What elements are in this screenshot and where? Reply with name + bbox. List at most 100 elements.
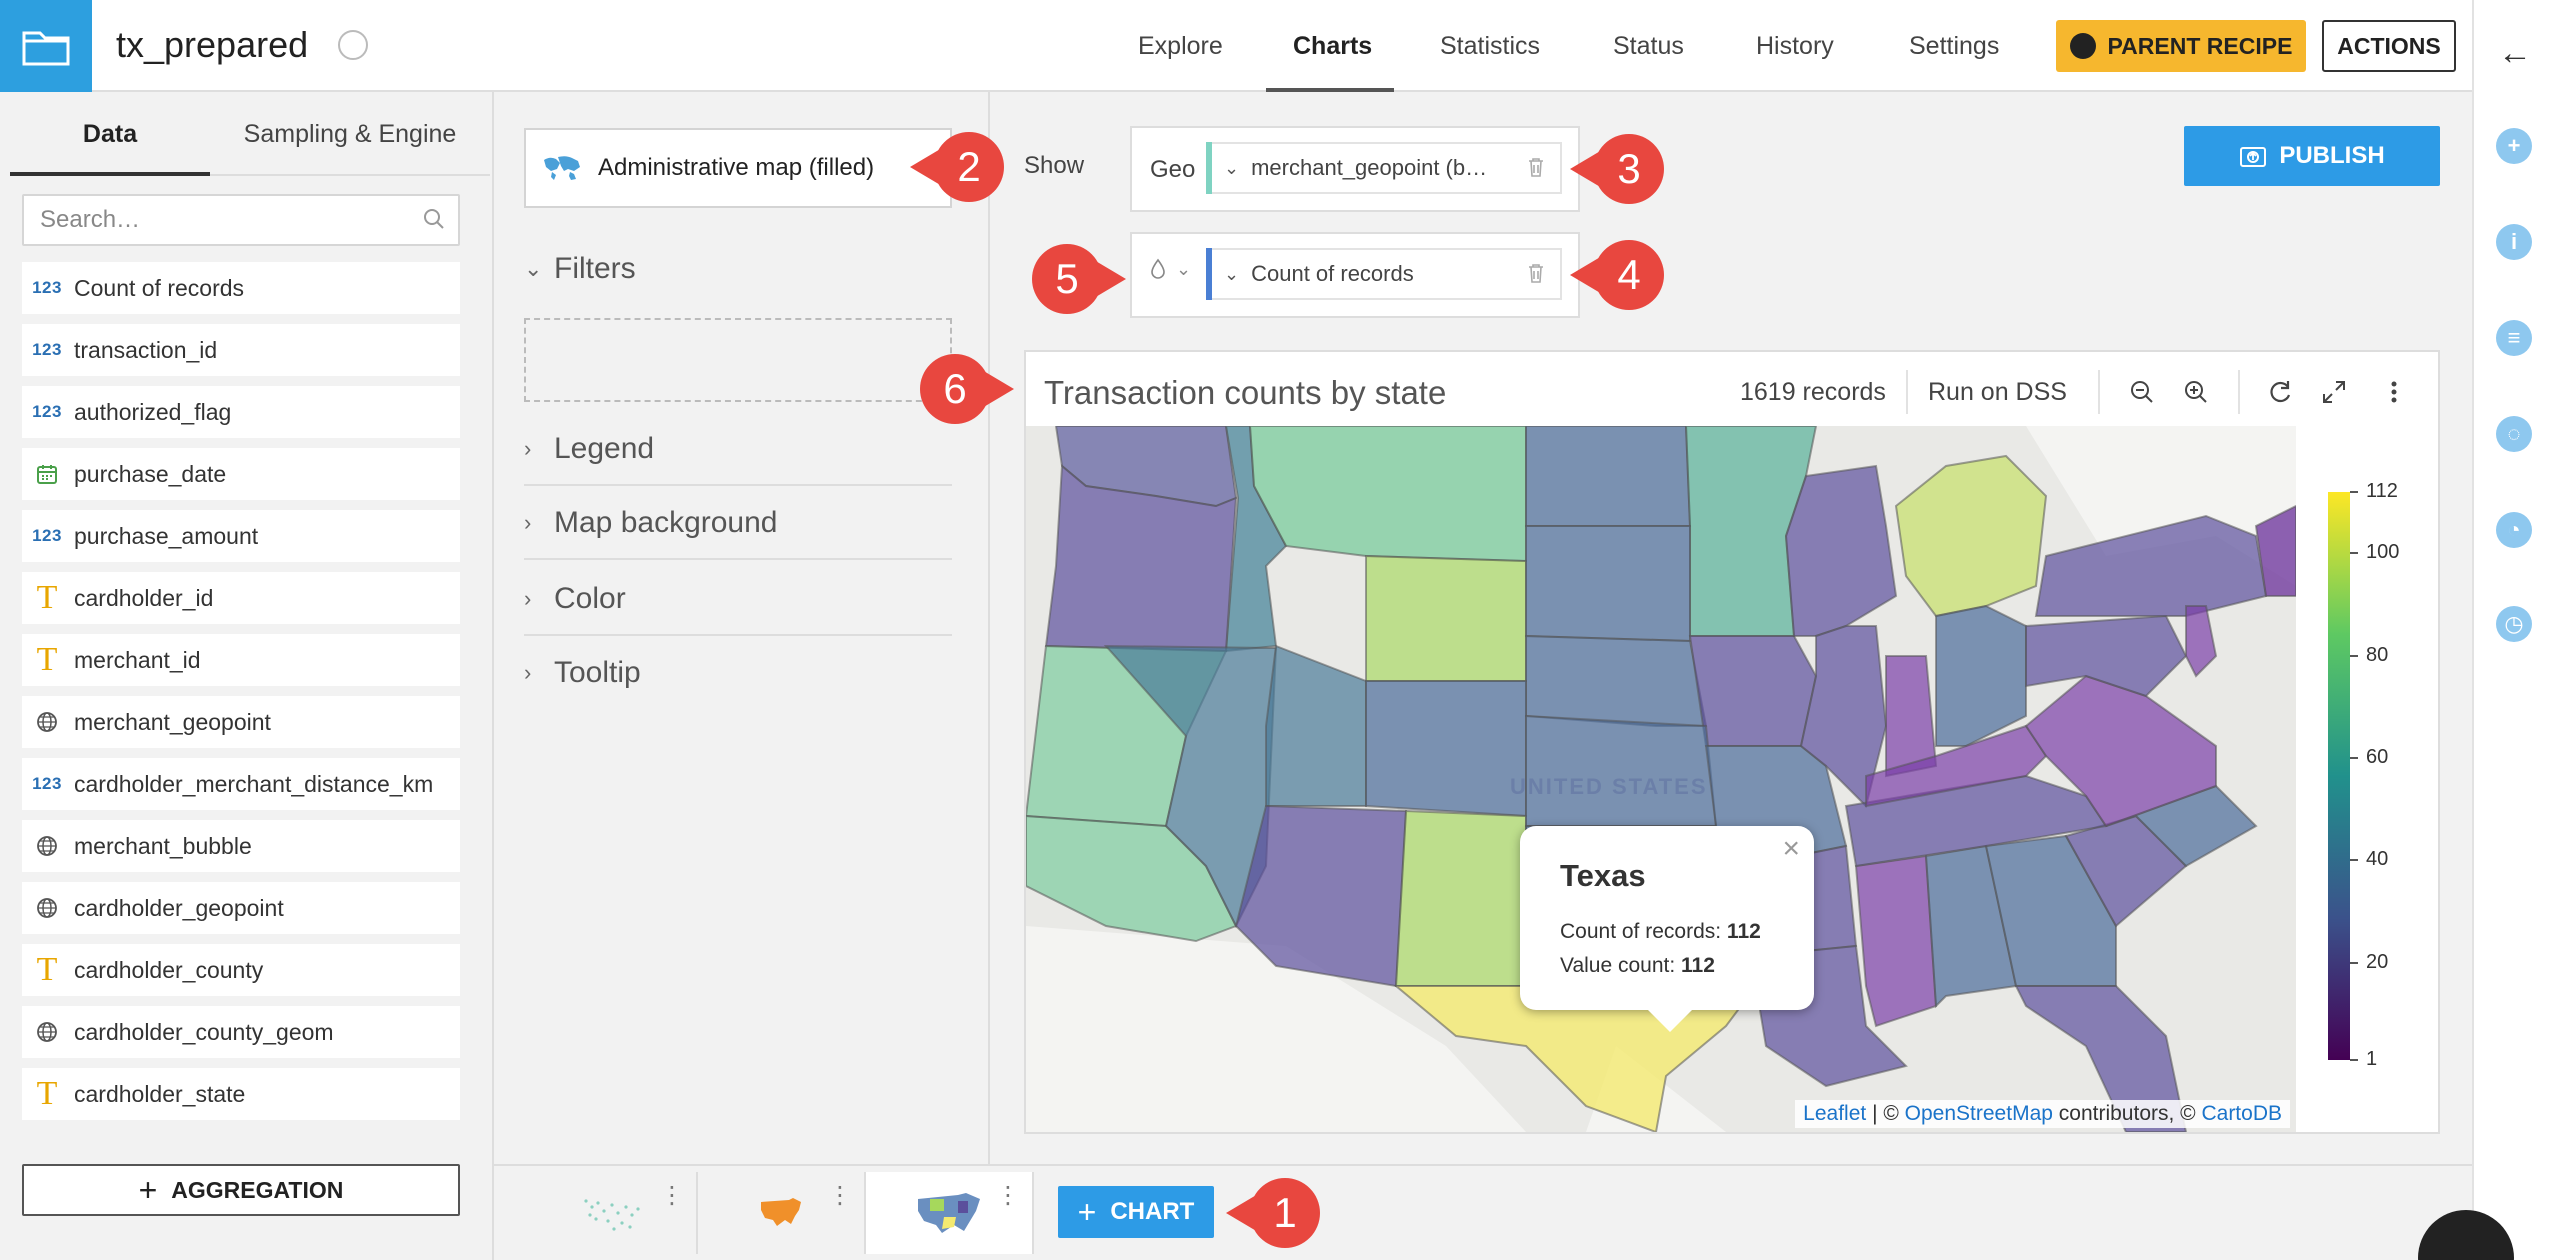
column-item[interactable]: merchant_geopoint: [22, 696, 460, 748]
chart-type-label: Administrative map (filled): [598, 154, 875, 181]
cartodb-link[interactable]: CartoDB: [2201, 1102, 2282, 1125]
lab-icon[interactable]: ◔: [2496, 512, 2532, 548]
close-icon[interactable]: ×: [1782, 832, 1800, 866]
chart-thumbnail[interactable]: ⋮: [698, 1172, 866, 1254]
more-vertical-icon[interactable]: ⋮: [828, 1184, 852, 1208]
column-item[interactable]: purchase_date: [22, 448, 460, 500]
state-south-dakota[interactable]: [1525, 525, 1691, 643]
column-item[interactable]: cardholder_county_geom: [22, 1006, 460, 1058]
chevron-down-icon[interactable]: ⌄: [1224, 158, 1239, 179]
fullscreen-icon[interactable]: [2316, 374, 2352, 410]
measure-pill[interactable]: ⌄ Count of records: [1206, 248, 1562, 300]
section-color[interactable]: › Color: [524, 582, 952, 616]
state-new-jersey[interactable]: [2185, 605, 2218, 678]
state-utah[interactable]: [1265, 644, 1367, 807]
legend-tick-label: 80: [2366, 643, 2389, 666]
left-panel-tabs: Data Sampling & Engine: [10, 92, 490, 176]
tooltip-row: Value count: 112: [1560, 954, 1715, 978]
chart-thumbnail-active[interactable]: ⋮: [866, 1172, 1034, 1254]
refresh-icon[interactable]: [2262, 374, 2298, 410]
zoom-out-icon[interactable]: [2124, 374, 2160, 410]
chart-type-selector[interactable]: Administrative map (filled): [524, 128, 952, 208]
parent-recipe-button[interactable]: PARENT RECIPE: [2056, 20, 2306, 72]
section-legend[interactable]: › Legend: [524, 432, 952, 466]
column-item[interactable]: 123 transaction_id: [22, 324, 460, 376]
state-wisconsin[interactable]: [1784, 464, 1898, 637]
list-icon[interactable]: ≡: [2496, 320, 2532, 356]
state-new-mexico[interactable]: [1394, 809, 1527, 987]
section-filters[interactable]: ⌄ Filters: [524, 252, 952, 286]
nav-settings[interactable]: Settings: [1909, 0, 1999, 92]
folder-icon[interactable]: [0, 0, 92, 92]
arrow-left-icon[interactable]: ←: [2498, 34, 2532, 73]
chart-thumbnail[interactable]: ⋮: [530, 1172, 698, 1254]
column-item[interactable]: Tcardholder_county: [22, 944, 460, 996]
attribution-text: contributors, ©: [2052, 1102, 2202, 1125]
add-aggregation-button[interactable]: + AGGREGATION: [22, 1164, 460, 1216]
state-montana[interactable]: [1248, 426, 1527, 563]
column-item[interactable]: 123 Count of records: [22, 262, 460, 314]
state-mississippi[interactable]: [1854, 854, 1938, 1028]
leaflet-link[interactable]: Leaflet: [1803, 1102, 1866, 1125]
search-icon: [424, 209, 444, 229]
state-michigan[interactable]: [1894, 454, 2048, 618]
zoom-in-icon[interactable]: [2178, 374, 2214, 410]
state-wyoming[interactable]: [1365, 554, 1527, 682]
osm-link[interactable]: OpenStreetMap: [1905, 1102, 2053, 1125]
add-chart-button[interactable]: + CHART: [1058, 1186, 1214, 1238]
column-item[interactable]: merchant_bubble: [22, 820, 460, 872]
nav-statistics[interactable]: Statistics: [1440, 0, 1540, 92]
column-item[interactable]: 123 purchase_amount: [22, 510, 460, 562]
more-vertical-icon[interactable]: ⋮: [660, 1184, 684, 1208]
column-item[interactable]: 123 authorized_flag: [22, 386, 460, 438]
trash-icon[interactable]: [1526, 262, 1546, 284]
more-vertical-icon[interactable]: ⋮: [996, 1184, 1020, 1208]
more-vertical-icon[interactable]: [2376, 374, 2412, 410]
tab-sampling-engine[interactable]: Sampling & Engine: [210, 92, 490, 176]
state-tooltip: × Texas Count of records: 112 Value coun…: [1520, 826, 1814, 1032]
globe-icon: [32, 711, 62, 733]
column-item[interactable]: Tcardholder_state: [22, 1068, 460, 1120]
plus-icon: +: [1077, 1193, 1097, 1230]
state-iowa[interactable]: [1688, 635, 1818, 747]
run-on-dss[interactable]: Run on DSS: [1928, 378, 2067, 407]
publish-button[interactable]: PUBLISH: [2184, 126, 2440, 186]
nav-explore[interactable]: Explore: [1138, 0, 1223, 92]
geo-column-pill[interactable]: ⌄ merchant_geopoint (b…: [1206, 142, 1562, 194]
clock-icon[interactable]: ◷: [2496, 606, 2532, 642]
state-kansas[interactable]: [1525, 714, 1718, 827]
state-nebraska[interactable]: [1525, 634, 1708, 727]
section-label: Filters: [554, 252, 636, 285]
column-item[interactable]: cardholder_geopoint: [22, 882, 460, 934]
tooltip-row-value: 112: [1681, 954, 1715, 977]
column-item[interactable]: Tcardholder_id: [22, 572, 460, 624]
section-tooltip[interactable]: › Tooltip: [524, 656, 952, 690]
nav-charts[interactable]: Charts: [1293, 0, 1372, 92]
section-map-background[interactable]: › Map background: [524, 506, 952, 540]
nav-history[interactable]: History: [1756, 0, 1834, 92]
search-input[interactable]: [24, 196, 394, 244]
state-colorado[interactable]: [1365, 680, 1527, 818]
tooltip-row: Count of records: 112: [1560, 920, 1761, 944]
column-item[interactable]: Tmerchant_id: [22, 634, 460, 686]
column-name: merchant_geopoint: [74, 708, 271, 735]
state-north-dakota[interactable]: [1525, 426, 1692, 527]
chart-title[interactable]: Transaction counts by state: [1044, 374, 1446, 412]
column-item[interactable]: 123 cardholder_merchant_distance_km: [22, 758, 460, 810]
nav-status[interactable]: Status: [1613, 0, 1684, 92]
state-new-york[interactable]: [2034, 514, 2268, 617]
chevron-down-icon[interactable]: ⌄: [1224, 264, 1239, 285]
filters-dropzone[interactable]: [524, 318, 952, 402]
state-ohio[interactable]: [1935, 604, 2027, 747]
numeric-type-icon: 123: [32, 774, 62, 793]
info-icon[interactable]: i: [2496, 224, 2532, 260]
chart-config-panel: Administrative map (filled) ⌄ Filters › Le…: [494, 92, 990, 1164]
legend-tick-mark: [2350, 654, 2358, 657]
color-aggregation-selector[interactable]: ⌄: [1150, 258, 1191, 280]
actions-button[interactable]: ACTIONS: [2322, 20, 2456, 72]
chat-icon[interactable]: ◌: [2496, 416, 2532, 452]
choropleth-map[interactable]: UNITED STATES × Texas Count of records: …: [1026, 426, 2296, 1132]
trash-icon[interactable]: [1526, 156, 1546, 178]
plus-icon[interactable]: +: [2496, 128, 2532, 164]
tab-data[interactable]: Data: [10, 92, 210, 176]
